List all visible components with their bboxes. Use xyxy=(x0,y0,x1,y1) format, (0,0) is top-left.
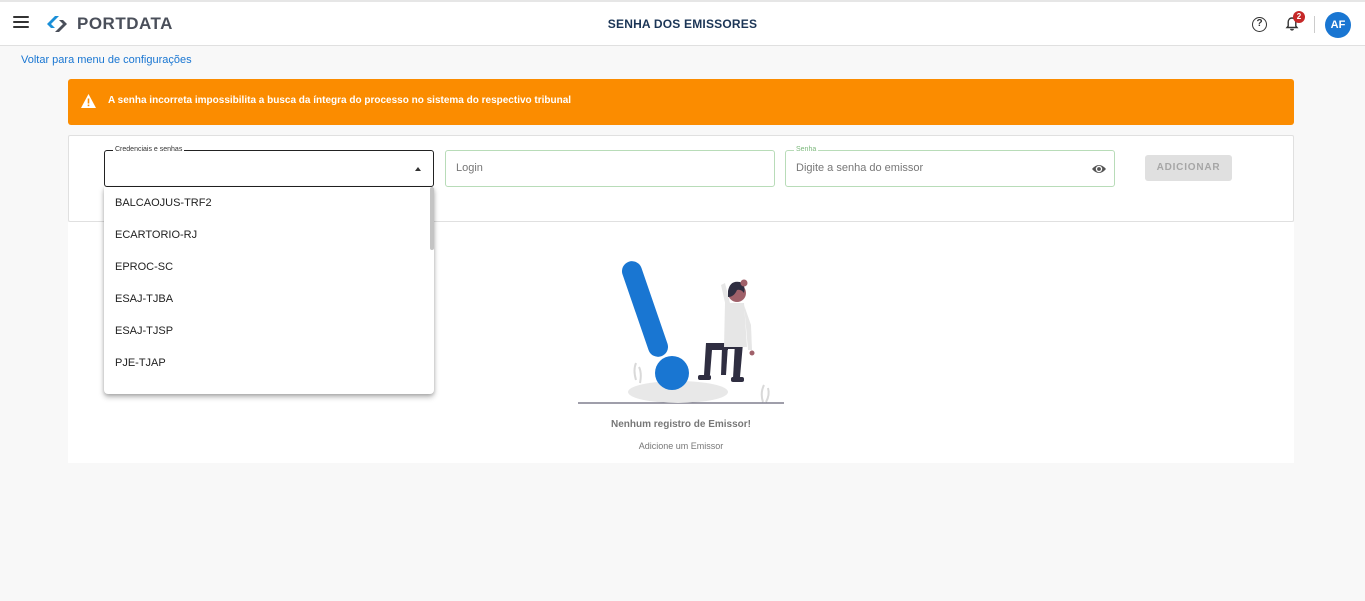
help-icon[interactable]: ? xyxy=(1252,17,1267,32)
login-placeholder: Login xyxy=(456,162,483,174)
senha-label: Senha xyxy=(794,145,819,155)
alert-text: A senha incorreta impossibilita a busca … xyxy=(108,95,572,106)
dropdown-option[interactable]: ESAJ-TJBA xyxy=(104,283,434,315)
warning-alert: A senha incorreta impossibilita a busca … xyxy=(68,79,1294,125)
back-to-settings-link[interactable]: Voltar para menu de configurações xyxy=(21,54,192,66)
dropdown-option[interactable]: PJE-TJAP xyxy=(104,347,434,379)
header-divider xyxy=(1314,16,1315,33)
app-header: PORTDATA SENHA DOS EMISSORES ? 2 AF xyxy=(0,0,1365,46)
caret-up-icon[interactable] xyxy=(415,167,421,171)
dropdown-option[interactable]: EPROC-SC xyxy=(104,251,434,283)
login-field[interactable]: Login xyxy=(445,150,775,187)
dropdown-scrollbar[interactable] xyxy=(430,187,434,250)
page-title: SENHA DOS EMISSORES xyxy=(607,17,758,31)
avatar[interactable]: AF xyxy=(1325,12,1351,38)
empty-state-title: Nenhum registro de Emissor! xyxy=(610,419,752,430)
empty-state-illustration xyxy=(578,261,784,404)
senha-placeholder: Digite a senha do emissor xyxy=(796,162,924,174)
dropdown-option[interactable]: ECARTORIO-RJ xyxy=(104,219,434,251)
notification-badge: 2 xyxy=(1293,11,1305,23)
credentials-select[interactable]: Credenciais e senhas xyxy=(104,145,434,187)
dropdown-option[interactable]: ESAJ-TJSP xyxy=(104,315,434,347)
credentials-dropdown: BALCAOJUS-TRF2 ECARTORIO-RJ EPROC-SC ESA… xyxy=(104,187,434,394)
empty-state-subtitle: Adicione um Emissor xyxy=(638,441,724,451)
dropdown-option[interactable]: BALCAOJUS-TRF2 xyxy=(104,187,434,219)
add-button[interactable]: ADICIONAR xyxy=(1145,155,1232,181)
eye-icon[interactable] xyxy=(1091,162,1107,176)
warning-icon xyxy=(81,94,96,108)
credentials-select-label: Credenciais e senhas xyxy=(113,145,185,155)
senha-field[interactable]: Senha Digite a senha do emissor xyxy=(785,145,1115,187)
